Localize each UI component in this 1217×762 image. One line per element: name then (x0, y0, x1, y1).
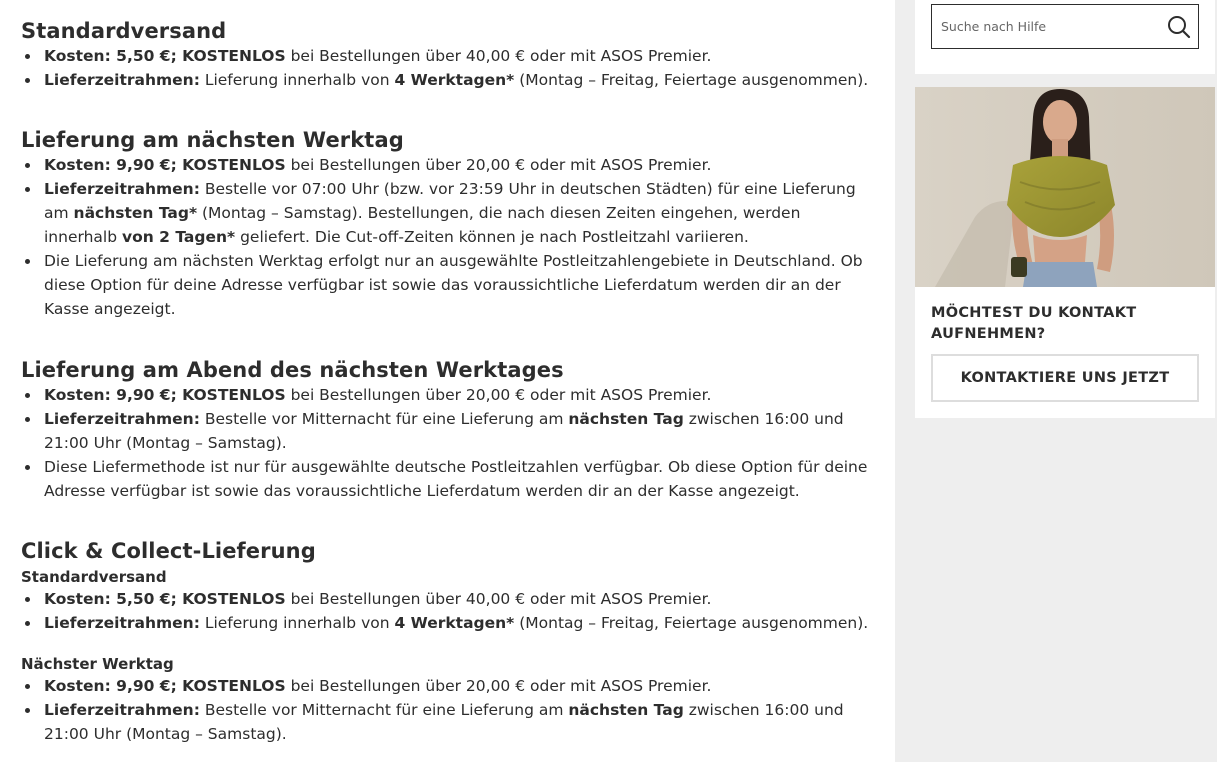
sidebar: MÖCHTEST DU KONTAKT AUFNEHMEN? KONTAKTIE… (895, 0, 1217, 762)
list-item: Lieferzeitrahmen: Lieferung innerhalb vo… (21, 611, 873, 635)
bold-text: Kosten: 9,90 €; KOSTENLOS (44, 677, 286, 695)
hero-image (915, 87, 1215, 287)
bullet-list: Kosten: 9,90 €; KOSTENLOS bei Bestellung… (21, 674, 873, 746)
section-title: Lieferung am Abend des nächsten Werktage… (21, 358, 564, 382)
text: Lieferung innerhalb von (199, 614, 395, 632)
bullet-list: Kosten: 9,90 €; KOSTENLOS bei Bestellung… (21, 153, 873, 321)
section-title: Standardversand (21, 19, 227, 43)
bold-text: Lieferzeitrahmen: (44, 180, 200, 198)
list-item: Kosten: 5,50 €; KOSTENLOS bei Bestellung… (21, 587, 873, 611)
text: bei Bestellungen über 20,00 € oder mit A… (285, 156, 712, 174)
bold-text: Kosten: 5,50 €; KOSTENLOS (44, 47, 286, 65)
search-card (915, 0, 1215, 74)
section-title: Lieferung am nächsten Werktag (21, 128, 404, 152)
bullet-list: Kosten: 9,90 €; KOSTENLOS bei Bestellung… (21, 383, 873, 503)
list-item: Kosten: 9,90 €; KOSTENLOS bei Bestellung… (21, 153, 873, 177)
list-item: Kosten: 9,90 €; KOSTENLOS bei Bestellung… (21, 674, 873, 698)
bold-text: 4 Werktagen* (394, 614, 515, 632)
text: Lieferung innerhalb von (199, 71, 395, 89)
search-box (931, 4, 1199, 49)
model-photo (915, 87, 1215, 287)
bold-text: Kosten: 5,50 €; KOSTENLOS (44, 590, 286, 608)
text: bei Bestellungen über 20,00 € oder mit A… (285, 386, 712, 404)
text: (Montag – Freitag, Feiertage ausgenommen… (514, 71, 869, 89)
bold-text: 4 Werktagen* (394, 71, 515, 89)
contact-title: MÖCHTEST DU KONTAKT AUFNEHMEN? (931, 305, 1137, 342)
section-title: Click & Collect-Lieferung (21, 539, 316, 563)
contact-card: MÖCHTEST DU KONTAKT AUFNEHMEN? KONTAKTIE… (915, 87, 1215, 418)
text: Die Lieferung am nächsten Werktag erfolg… (44, 252, 863, 318)
list-item: Kosten: 9,90 €; KOSTENLOS bei Bestellung… (21, 383, 873, 407)
search-icon[interactable] (1166, 14, 1192, 40)
bold-text: nächsten Tag* (73, 204, 198, 222)
list-item: Kosten: 5,50 €; KOSTENLOS bei Bestellung… (21, 44, 873, 68)
bold-text: nächsten Tag (568, 701, 684, 719)
search-icon-svg (1168, 16, 1191, 39)
list-item: Lieferzeitrahmen: Lieferung innerhalb vo… (21, 68, 873, 92)
list-item: Lieferzeitrahmen: Bestelle vor Mitternac… (21, 698, 873, 746)
bold-text: Kosten: 9,90 €; KOSTENLOS (44, 156, 286, 174)
section-standardversand: Standardversand Kosten: 5,50 €; KOSTENLO… (21, 18, 873, 92)
section-abend-lieferung: Lieferung am Abend des nächsten Werktage… (21, 357, 873, 503)
list-item: Die Lieferung am nächsten Werktag erfolg… (21, 249, 873, 321)
contact-us-button[interactable]: KONTAKTIERE UNS JETZT (931, 354, 1199, 402)
text: bei Bestellungen über 20,00 € oder mit A… (285, 677, 712, 695)
bold-text: Kosten: 9,90 €; KOSTENLOS (44, 386, 286, 404)
bullet-list: Kosten: 5,50 €; KOSTENLOS bei Bestellung… (21, 44, 873, 92)
text: Bestelle vor Mitternacht für eine Liefer… (199, 410, 569, 428)
text: bei Bestellungen über 40,00 € oder mit A… (285, 47, 712, 65)
list-item: Lieferzeitrahmen: Bestelle vor Mitternac… (21, 407, 873, 455)
text: geliefert. Die Cut-off-Zeiten können je … (235, 228, 749, 246)
list-item: Diese Liefermethode ist nur für ausgewäh… (21, 455, 873, 503)
bold-text: von 2 Tagen* (121, 228, 236, 246)
bold-text: nächsten Tag (568, 410, 684, 428)
bold-text: Lieferzeitrahmen: (44, 614, 200, 632)
text: Diese Liefermethode ist nur für ausgewäh… (44, 458, 868, 500)
bold-text: Lieferzeitrahmen: (44, 701, 200, 719)
text: Bestelle vor Mitternacht für eine Liefer… (199, 701, 569, 719)
main-content: Standardversand Kosten: 5,50 €; KOSTENLO… (0, 0, 895, 762)
subsection-title: Nächster Werktag (21, 655, 174, 673)
list-item: Lieferzeitrahmen: Bestelle vor 07:00 Uhr… (21, 177, 873, 249)
section-click-collect: Click & Collect-Lieferung Standardversan… (21, 538, 873, 746)
text: (Montag – Freitag, Feiertage ausgenommen… (514, 614, 869, 632)
section-naechster-werktag: Lieferung am nächsten Werktag Kosten: 9,… (21, 127, 873, 321)
search-input[interactable] (932, 5, 1162, 48)
bullet-list: Kosten: 5,50 €; KOSTENLOS bei Bestellung… (21, 587, 873, 635)
bold-text: Lieferzeitrahmen: (44, 71, 200, 89)
subsection-title: Standardversand (21, 568, 167, 586)
text: bei Bestellungen über 40,00 € oder mit A… (285, 590, 712, 608)
bold-text: Lieferzeitrahmen: (44, 410, 200, 428)
